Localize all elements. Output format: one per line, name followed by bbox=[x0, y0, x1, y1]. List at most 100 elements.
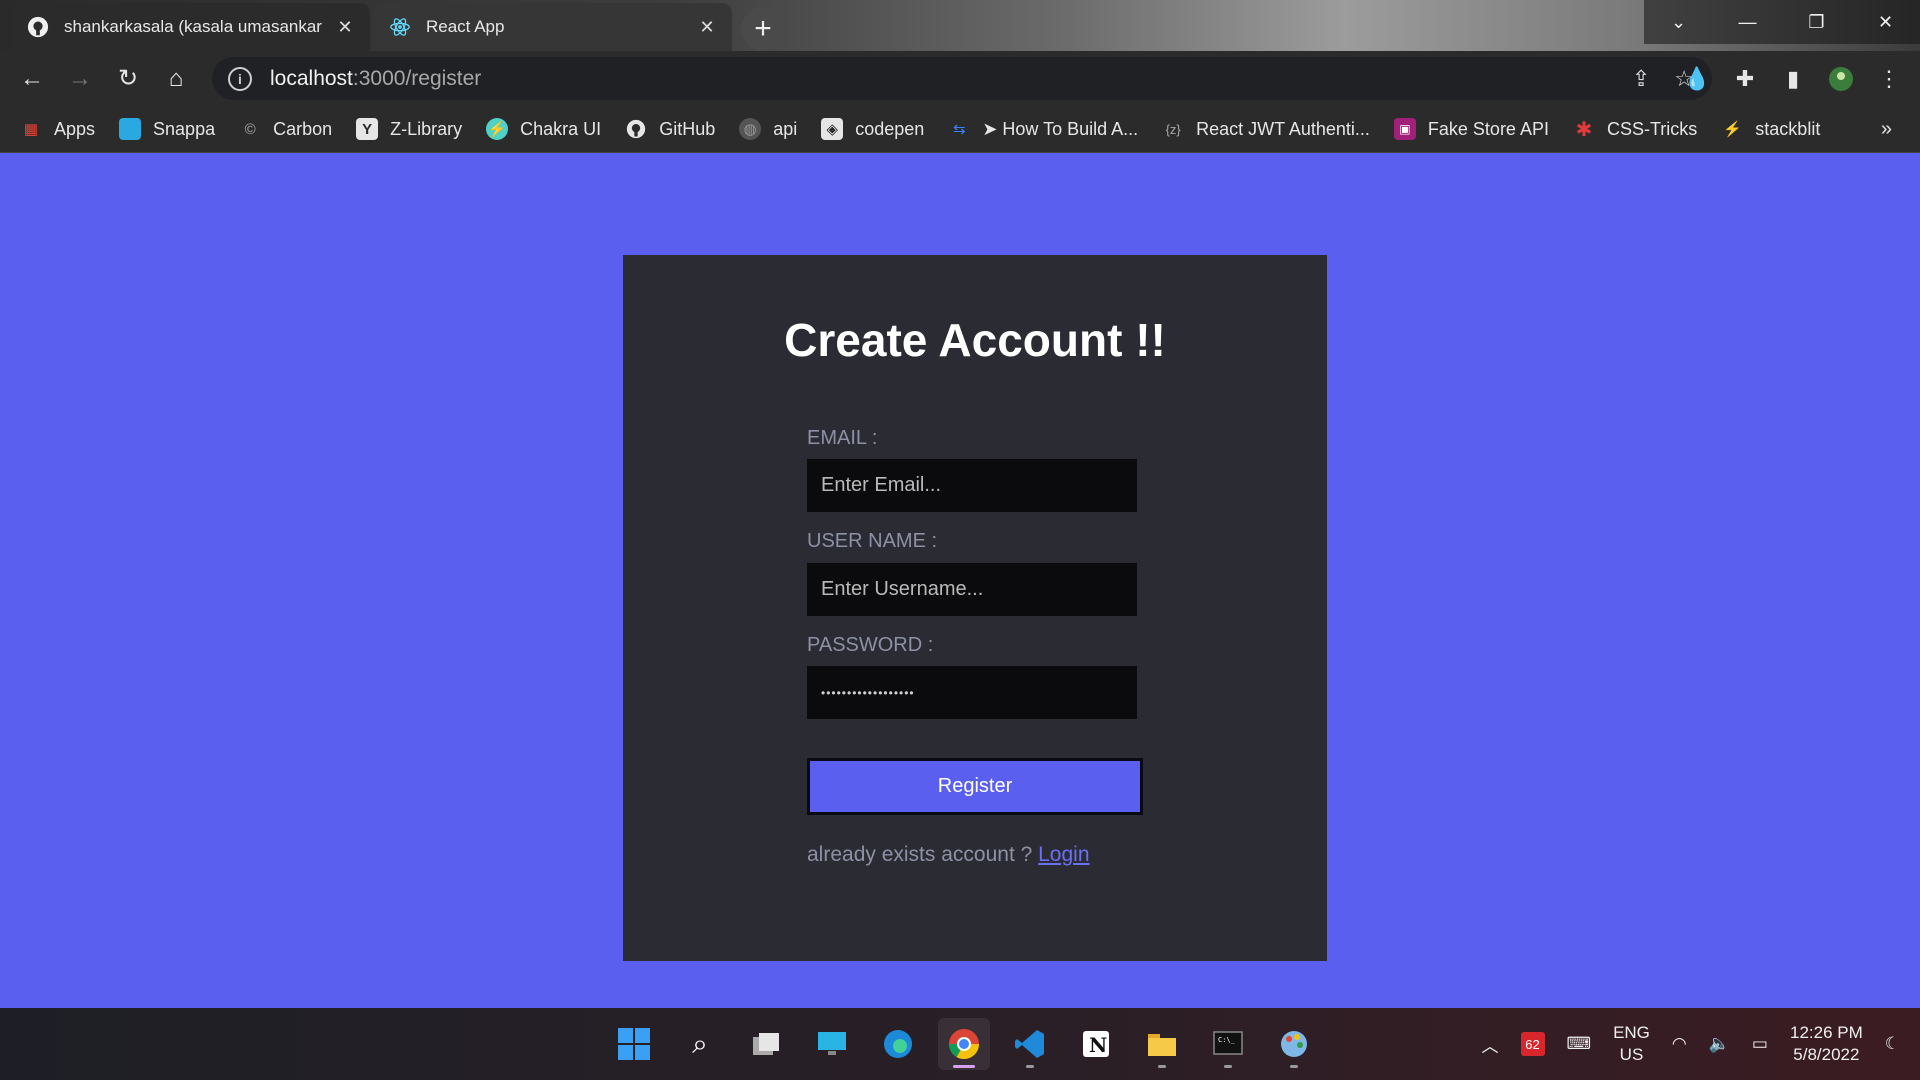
wifi-icon[interactable]: ◠ bbox=[1672, 1034, 1687, 1054]
windows-start-icon[interactable] bbox=[608, 1018, 660, 1070]
antivirus-badge-icon[interactable]: 62 bbox=[1520, 1032, 1545, 1056]
avatar[interactable] bbox=[1828, 66, 1854, 92]
paint-icon[interactable] bbox=[1268, 1018, 1320, 1070]
page-title: Create Account !! bbox=[784, 314, 1166, 366]
bookmark-carbon[interactable]: © Carbon bbox=[239, 118, 333, 140]
url-host: localhost bbox=[270, 66, 353, 90]
bookmark-label: api bbox=[773, 118, 798, 139]
taskbar: ⌕ N C:\_ ︿ 62 ⌨ ENG US ◠ 🔈 ▭ 12:26 PM 5/… bbox=[0, 1008, 1920, 1080]
edge-icon[interactable] bbox=[872, 1018, 924, 1070]
vscode-icon[interactable] bbox=[1004, 1018, 1056, 1070]
extensions-puzzle-icon[interactable]: ✚ bbox=[1732, 66, 1758, 92]
home-icon[interactable]: ⌂ bbox=[152, 55, 200, 103]
chrome-icon[interactable] bbox=[938, 1018, 990, 1070]
restore-button[interactable]: ❐ bbox=[1782, 0, 1851, 44]
bookmark-label: codepen bbox=[855, 118, 925, 139]
close-window-button[interactable]: ✕ bbox=[1851, 0, 1920, 44]
globe-icon: ◍ bbox=[739, 118, 762, 140]
browser-toolbar: ← → ↻ ⌂ i localhost:3000/register ⇪ ☆ 💧 … bbox=[0, 51, 1920, 106]
clock-date: 5/8/2022 bbox=[1793, 1045, 1860, 1064]
share-icon[interactable]: ⇪ bbox=[1632, 66, 1650, 92]
login-prompt-text: already exists account ? bbox=[807, 843, 1039, 866]
bookmarks-bar: ▦ Apps Snappa © Carbon Y Z-Library ⚡ Chakra … bbox=[0, 106, 1920, 153]
email-label: EMAIL : bbox=[807, 427, 878, 449]
bookmark-how-to-build[interactable]: ⇆ ➤ How To Build A... bbox=[948, 118, 1138, 140]
notion-icon[interactable]: N bbox=[1070, 1018, 1122, 1070]
chevron-up-icon[interactable]: ︿ bbox=[1482, 1032, 1499, 1057]
tab-github[interactable]: shankarkasala (kasala umasankar ✕ bbox=[12, 3, 370, 51]
email-field[interactable] bbox=[807, 459, 1137, 512]
tab-react-app[interactable]: React App ✕ bbox=[374, 3, 732, 51]
bookmark-css-tricks[interactable]: ✱ CSS-Tricks bbox=[1573, 118, 1698, 141]
username-label: USER NAME : bbox=[807, 530, 938, 552]
lang-top: ENG bbox=[1613, 1023, 1650, 1042]
menu-kebab-icon[interactable]: ⋮ bbox=[1876, 66, 1902, 92]
github-icon bbox=[26, 15, 50, 39]
page-viewport: Create Account !! EMAIL : USER NAME : PA… bbox=[0, 153, 1920, 1008]
close-icon[interactable]: ✕ bbox=[334, 16, 356, 38]
bookmark-label: Carbon bbox=[273, 118, 333, 139]
extensions-area: 💧 ✚ ▮ ⋮ bbox=[1683, 57, 1902, 100]
droplet-extension-icon[interactable]: 💧 bbox=[1683, 66, 1710, 92]
focus-moon-icon[interactable]: ☾ bbox=[1885, 1034, 1900, 1054]
tab-strip: shankarkasala (kasala umasankar ✕ React … bbox=[0, 0, 1920, 51]
site-info-icon[interactable]: i bbox=[228, 66, 252, 91]
clock-time: 12:26 PM bbox=[1789, 1023, 1863, 1042]
login-link[interactable]: Login bbox=[1038, 843, 1089, 866]
bookmark-zlibrary[interactable]: Y Z-Library bbox=[356, 118, 462, 140]
password-field[interactable] bbox=[807, 666, 1137, 719]
tab-search-icon[interactable]: ⌄ bbox=[1644, 0, 1713, 44]
codepen-icon: ◈ bbox=[821, 118, 844, 140]
bookmark-react-jwt[interactable]: {z} React JWT Authenti... bbox=[1162, 118, 1370, 140]
taskbar-apps: ⌕ N C:\_ bbox=[608, 1018, 1320, 1070]
bookmark-stackblitz[interactable]: ⚡ stackblit bbox=[1721, 118, 1820, 140]
url-path: :3000/register bbox=[352, 66, 482, 90]
apps-grid-icon: ▦ bbox=[23, 121, 39, 138]
zlibrary-icon: Y bbox=[356, 118, 379, 140]
system-tray: ︿ 62 ⌨ ENG US ◠ 🔈 ▭ 12:26 PM 5/8/2022 ☾ bbox=[1482, 1008, 1900, 1080]
github-icon bbox=[625, 118, 647, 140]
bookmark-label: Snappa bbox=[153, 118, 216, 139]
address-bar[interactable]: i localhost:3000/register ⇪ ☆ bbox=[212, 57, 1712, 100]
snappa-icon bbox=[119, 118, 142, 140]
carbon-icon: © bbox=[244, 120, 256, 138]
side-panel-icon[interactable]: ▮ bbox=[1780, 66, 1806, 92]
forward-icon[interactable]: → bbox=[56, 55, 104, 103]
bookmark-label: React JWT Authenti... bbox=[1196, 118, 1370, 139]
svg-text:C:\_: C:\_ bbox=[1218, 1036, 1236, 1044]
register-button[interactable]: Register bbox=[807, 758, 1143, 815]
task-view-icon[interactable] bbox=[740, 1018, 792, 1070]
volume-icon[interactable]: 🔈 bbox=[1709, 1034, 1730, 1054]
close-icon[interactable]: ✕ bbox=[696, 16, 718, 38]
clock[interactable]: 12:26 PM 5/8/2022 bbox=[1790, 1022, 1863, 1066]
window-controls: ⌄ — ❐ ✕ bbox=[1644, 0, 1920, 44]
bookmark-fake-store-api[interactable]: ▣ Fake Store API bbox=[1393, 118, 1549, 140]
reload-icon[interactable]: ↻ bbox=[104, 55, 152, 103]
password-label: PASSWORD : bbox=[807, 634, 934, 656]
back-icon[interactable]: ← bbox=[8, 55, 56, 103]
battery-icon[interactable]: ▭ bbox=[1752, 1034, 1768, 1054]
bookmark-label: Chakra UI bbox=[520, 118, 602, 139]
search-icon[interactable]: ⌕ bbox=[674, 1018, 726, 1070]
bookmark-label: ➤ How To Build A... bbox=[982, 118, 1139, 139]
minimize-button[interactable]: — bbox=[1713, 0, 1782, 44]
bookmark-codepen[interactable]: ◈ codepen bbox=[821, 118, 924, 140]
desktop-icon[interactable] bbox=[806, 1018, 858, 1070]
bookmark-apps[interactable]: ▦ Apps bbox=[20, 118, 95, 140]
chevron-right-icon[interactable]: » bbox=[1881, 118, 1892, 141]
bookmark-api[interactable]: ◍ api bbox=[739, 118, 797, 140]
language-indicator[interactable]: ENG US bbox=[1613, 1022, 1650, 1066]
bookmark-label: CSS-Tricks bbox=[1606, 118, 1698, 139]
tab-label: shankarkasala (kasala umasankar bbox=[64, 17, 322, 36]
keyboard-icon[interactable]: ⌨ bbox=[1567, 1034, 1592, 1054]
bookmark-snappa[interactable]: Snappa bbox=[119, 118, 215, 140]
new-tab-button[interactable]: + bbox=[741, 7, 785, 51]
bookmark-chakra-ui[interactable]: ⚡ Chakra UI bbox=[486, 118, 601, 140]
bookmark-github[interactable]: GitHub bbox=[625, 118, 715, 140]
terminal-icon[interactable]: C:\_ bbox=[1202, 1018, 1254, 1070]
tab-label: React App bbox=[426, 17, 505, 36]
file-explorer-icon[interactable] bbox=[1136, 1018, 1188, 1070]
lang-bottom: US bbox=[1619, 1045, 1644, 1064]
username-field[interactable] bbox=[807, 563, 1137, 616]
svg-text:N: N bbox=[1089, 1033, 1107, 1057]
